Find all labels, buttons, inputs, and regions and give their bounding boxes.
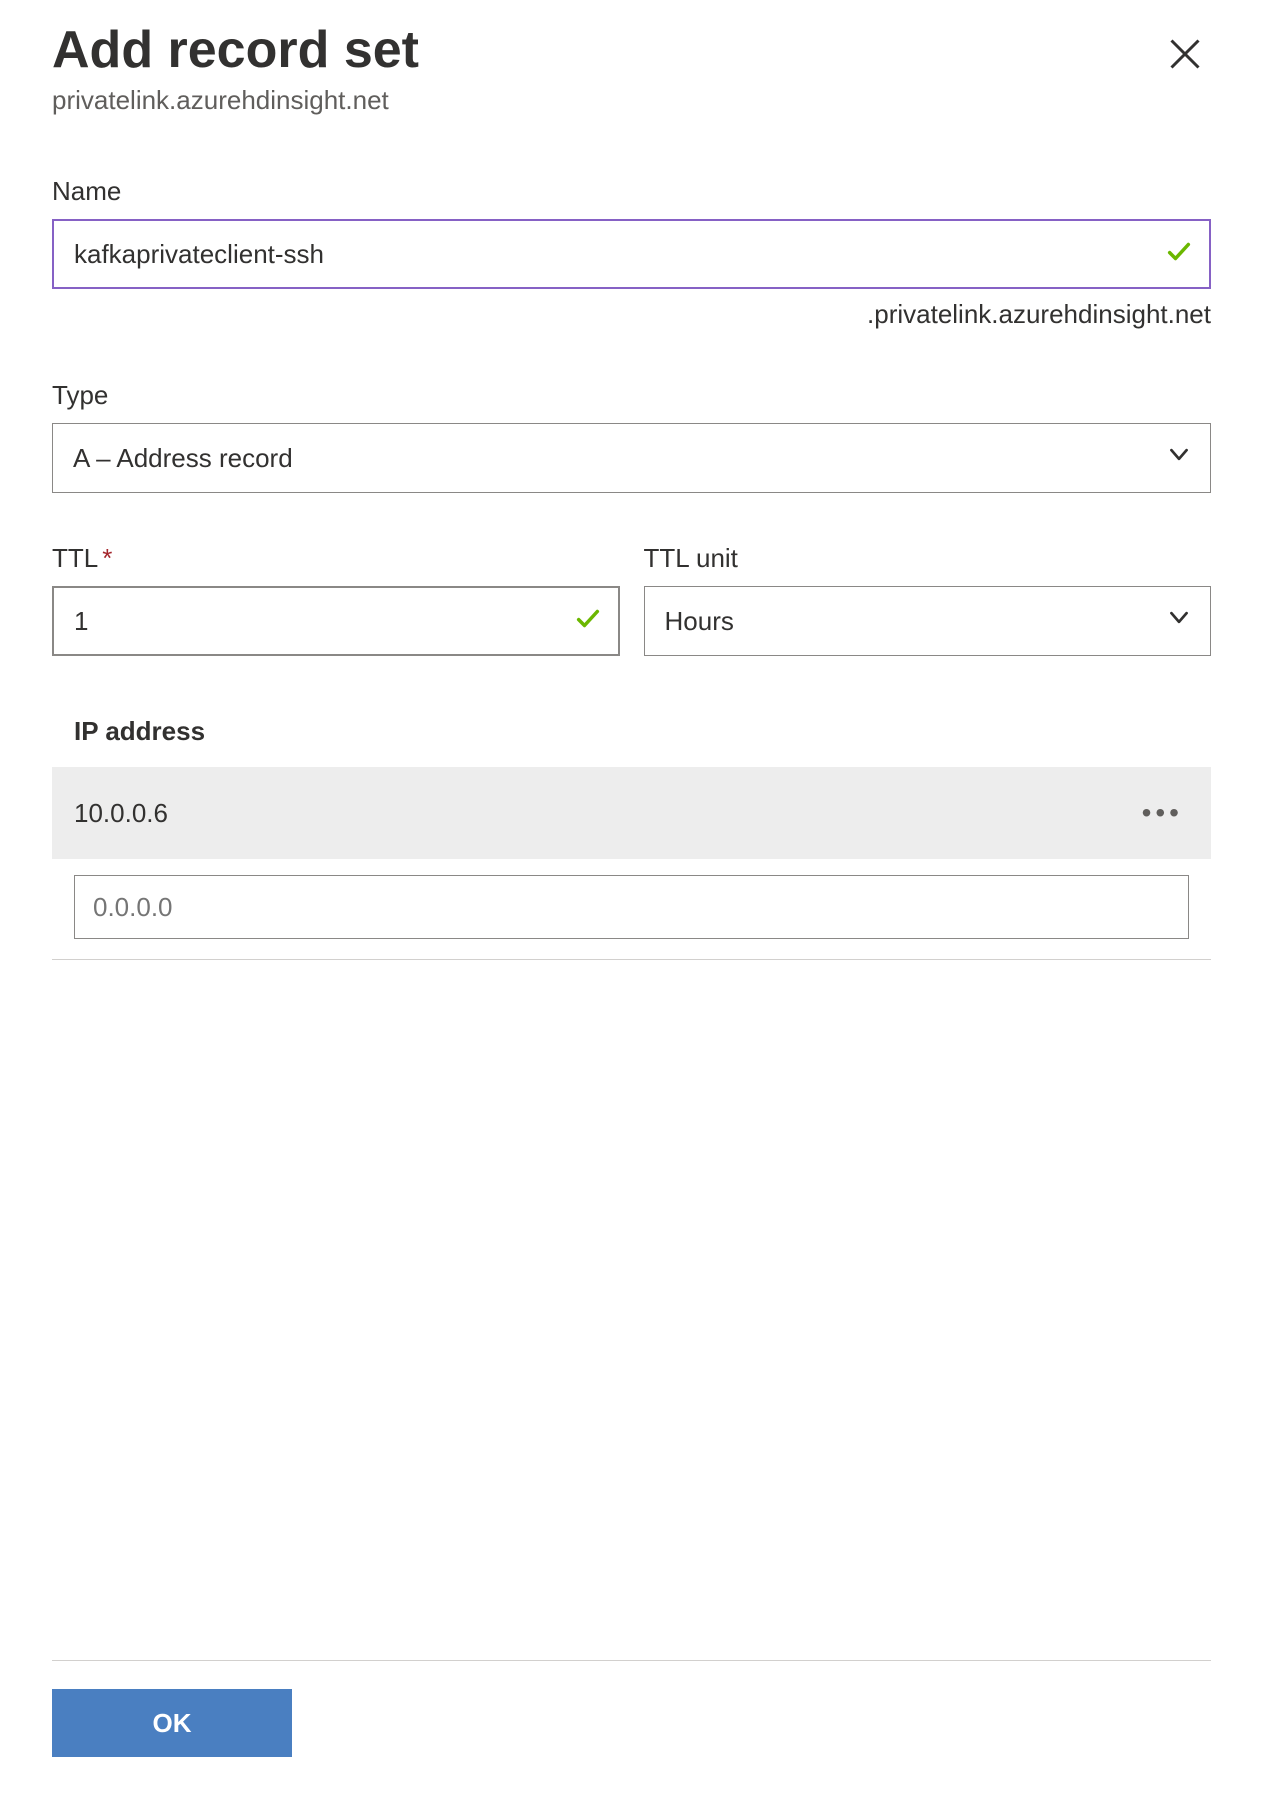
check-icon — [574, 605, 602, 638]
ip-address-input[interactable] — [74, 875, 1189, 939]
ttl-unit-select[interactable]: Hours — [644, 586, 1212, 656]
ttl-unit-select-value: Hours — [665, 606, 734, 637]
ip-row-more-button[interactable]: ••• — [1142, 797, 1183, 829]
name-input[interactable] — [52, 219, 1211, 289]
type-select[interactable]: A – Address record — [52, 423, 1211, 493]
ttl-unit-label: TTL unit — [644, 543, 1212, 574]
check-icon — [1165, 238, 1193, 271]
type-select-value: A – Address record — [73, 443, 293, 474]
ellipsis-icon: ••• — [1142, 797, 1183, 828]
name-label: Name — [52, 176, 1211, 207]
type-label: Type — [52, 380, 1211, 411]
ip-address-row: 10.0.0.6 ••• — [52, 767, 1211, 859]
page-title: Add record set — [52, 22, 419, 79]
ok-button[interactable]: OK — [52, 1689, 292, 1757]
ip-address-value: 10.0.0.6 — [74, 798, 168, 829]
chevron-down-icon — [1166, 605, 1192, 638]
ttl-input[interactable] — [52, 586, 620, 656]
required-asterisk: * — [102, 543, 112, 573]
chevron-down-icon — [1166, 442, 1192, 475]
close-icon — [1167, 37, 1203, 81]
ttl-label: TTL* — [52, 543, 620, 574]
name-suffix: .privatelink.azurehdinsight.net — [52, 299, 1211, 330]
page-subtitle: privatelink.azurehdinsight.net — [52, 85, 419, 116]
ttl-label-text: TTL — [52, 543, 98, 573]
close-button[interactable] — [1159, 28, 1211, 87]
ip-address-label: IP address — [52, 716, 1211, 767]
